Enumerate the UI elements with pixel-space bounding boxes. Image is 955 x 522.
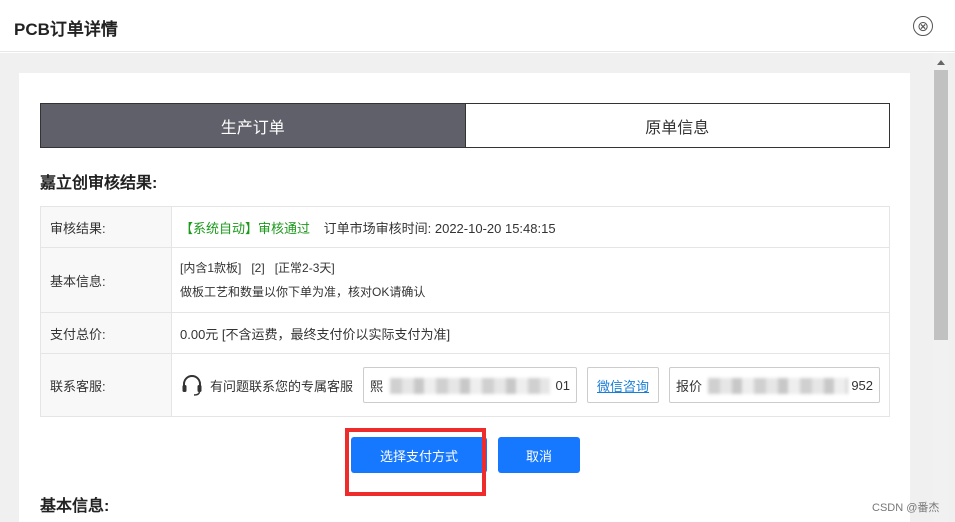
close-icon[interactable]: ⊗ — [913, 16, 933, 36]
review-status: 【系统自动】审核通过 — [180, 220, 311, 236]
quote-contact-box[interactable]: 报价 952 — [669, 367, 881, 403]
wechat-consult-link[interactable]: 微信咨询 — [587, 367, 660, 403]
result-label: 审核结果: — [40, 206, 172, 248]
redacted-contact — [390, 378, 551, 394]
table-row: 基本信息: [内含1款板] [2] [正常2-3天] 做板工艺和数量以你下单为准… — [40, 247, 890, 313]
basic-info-line: [内含1款板] [2] [正常2-3天] — [180, 261, 335, 275]
scroll-thumb[interactable] — [934, 70, 948, 340]
service-contact-box[interactable]: 熙 01 — [363, 367, 578, 403]
review-heading: 嘉立创审核结果: — [40, 175, 158, 192]
tab-production-order[interactable]: 生产订单 — [41, 104, 465, 147]
tab-original-order[interactable]: 原单信息 — [464, 104, 889, 147]
basic-info-value: [内含1款板] [2] [正常2-3天] 做板工艺和数量以你下单为准，核对OK请… — [171, 247, 890, 313]
contact-prefix: 熙 — [370, 378, 384, 394]
contact-suffix: 01 — [555, 377, 571, 393]
table-row: 审核结果: 【系统自动】审核通过 订单市场审核时间: 2022-10-20 15… — [40, 206, 890, 248]
scroll-up-arrow-icon[interactable] — [937, 60, 945, 65]
redacted-quote — [708, 378, 849, 394]
quote-prefix: 报价 — [676, 378, 703, 394]
contact-label: 联系客服: — [40, 353, 172, 417]
basic-info-note: 做板工艺和数量以你下单为准，核对OK请确认 — [180, 285, 426, 299]
tab-bar: 生产订单 原单信息 — [40, 103, 890, 148]
basic-info-label: 基本信息: — [40, 247, 172, 313]
total-label: 支付总价: — [40, 312, 172, 354]
cancel-button[interactable]: 取消 — [498, 437, 580, 473]
headset-icon — [180, 373, 204, 397]
dialog-title: PCB订单详情 — [14, 20, 118, 39]
table-row: 支付总价: 0.00元 [不含运费，最终支付价以实际支付为准] — [40, 312, 890, 354]
dialog-header: PCB订单详情 ⊗ — [0, 0, 955, 52]
basic-info-heading: 基本信息: — [40, 498, 110, 515]
total-value: 0.00元 [不含运费，最终支付价以实际支付为准] — [171, 312, 890, 354]
contact-wrap: 有问题联系您的专属客服 熙 01 微信咨询 报价 952 — [180, 367, 889, 403]
review-table: 审核结果: 【系统自动】审核通过 订单市场审核时间: 2022-10-20 15… — [40, 206, 890, 417]
result-value: 【系统自动】审核通过 订单市场审核时间: 2022-10-20 15:48:15 — [171, 206, 890, 248]
watermark: CSDN @番杰 — [872, 502, 940, 514]
highlight-annotation — [345, 428, 486, 496]
contact-text: 有问题联系您的专属客服 — [210, 378, 354, 394]
vertical-scrollbar[interactable] — [933, 54, 949, 522]
review-time: 订单市场审核时间: 2022-10-20 15:48:15 — [323, 220, 556, 236]
quote-suffix: 952 — [851, 377, 874, 393]
contact-value: 有问题联系您的专属客服 熙 01 微信咨询 报价 952 — [171, 353, 890, 417]
table-row: 联系客服: 有问题联系您的专属客服 熙 01 微信咨询 报价 952 — [40, 353, 890, 417]
